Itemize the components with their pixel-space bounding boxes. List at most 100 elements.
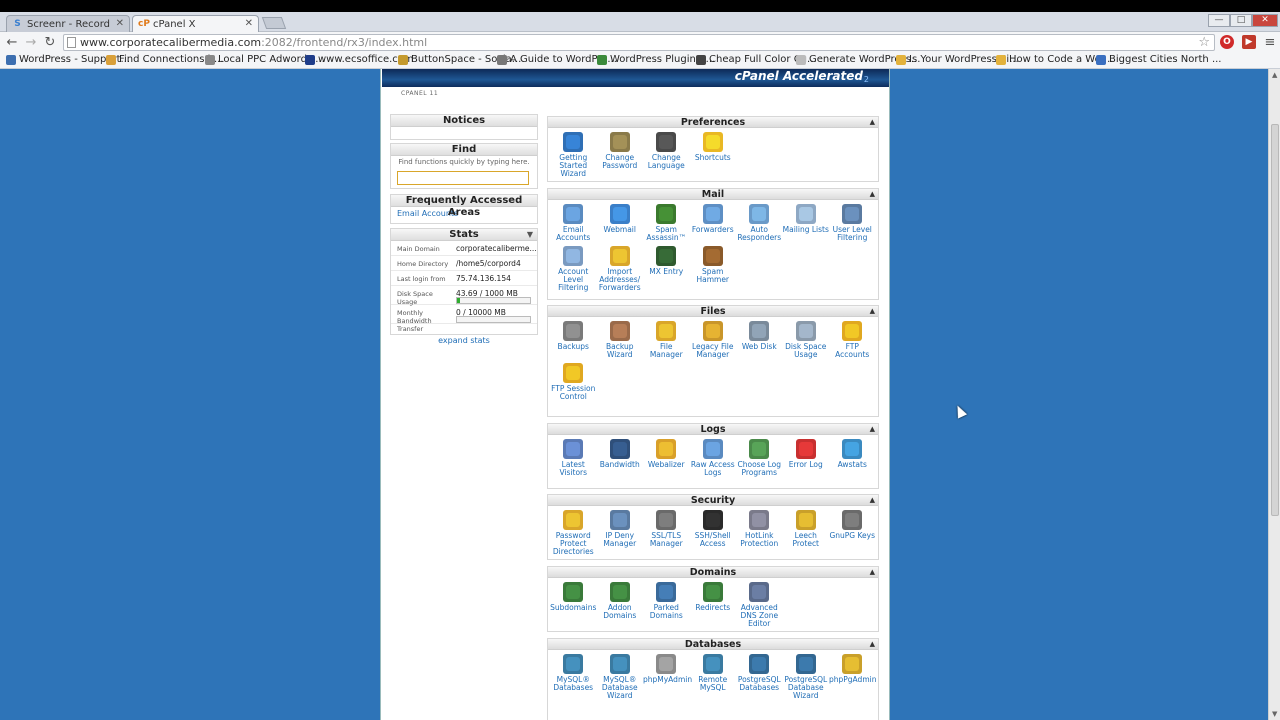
feature-item[interactable]: Webalizer: [643, 438, 690, 469]
feature-item[interactable]: MySQL® Databases: [550, 653, 597, 692]
feature-item[interactable]: Latest Visitors: [550, 438, 597, 477]
feature-item[interactable]: Bandwidth: [597, 438, 644, 469]
expand-stats-link[interactable]: expand stats: [390, 336, 538, 345]
extension-youtube-icon[interactable]: ▶: [1242, 35, 1256, 49]
collapse-arrow-icon[interactable]: ▲: [870, 567, 875, 578]
back-arrow-icon[interactable]: ←: [4, 35, 20, 51]
scrollbar-thumb[interactable]: [1271, 124, 1279, 516]
collapse-arrow-icon[interactable]: ▼: [527, 229, 533, 241]
feature-item[interactable]: phpMyAdmin: [643, 653, 692, 684]
feature-item[interactable]: Redirects: [690, 581, 737, 612]
address-bar[interactable]: www.corporatecalibermedia.com:2082/front…: [63, 34, 1215, 51]
maximize-window-button[interactable]: □: [1230, 14, 1252, 27]
feature-item[interactable]: FTP Session Control: [550, 362, 597, 401]
find-box: Find Find functions quickly by typing he…: [390, 143, 538, 189]
tab-cpanel[interactable]: cP cPanel X ✕: [132, 15, 259, 32]
feature-item[interactable]: PostgreSQL Database Wizard: [783, 653, 830, 700]
feature-item[interactable]: GnuPG Keys: [829, 509, 876, 540]
feature-item[interactable]: Auto Responders: [736, 203, 783, 242]
webalizer-icon: [656, 439, 677, 459]
feature-item[interactable]: MySQL® Database Wizard: [597, 653, 644, 700]
feature-item[interactable]: FTP Accounts: [829, 320, 876, 359]
collapse-arrow-icon[interactable]: ▲: [870, 189, 875, 200]
feature-label: Backup Wizard: [606, 342, 634, 359]
feature-item[interactable]: Remote MySQL: [690, 653, 737, 692]
log-programs-icon: [749, 439, 770, 459]
panel-header[interactable]: Logs ▲: [548, 424, 878, 435]
forward-arrow-icon[interactable]: →: [23, 35, 39, 51]
close-tab-icon[interactable]: ✕: [116, 18, 124, 29]
feature-item[interactable]: Error Log: [783, 438, 830, 469]
feature-item[interactable]: Account Level Filtering: [550, 245, 597, 292]
feature-item[interactable]: Awstats: [829, 438, 876, 469]
feature-item[interactable]: Addon Domains: [597, 581, 644, 620]
bookmark-star-icon[interactable]: ☆: [1198, 35, 1210, 50]
panel-header[interactable]: Security ▲: [548, 495, 878, 506]
bookmark-favicon-icon: [205, 55, 215, 65]
feature-item[interactable]: Choose Log Programs: [736, 438, 783, 477]
feature-item[interactable]: SSL/TLS Manager: [643, 509, 690, 548]
feature-item[interactable]: User Level Filtering: [829, 203, 876, 242]
collapse-arrow-icon[interactable]: ▲: [870, 424, 875, 435]
feature-item[interactable]: Forwarders: [690, 203, 737, 234]
scroll-down-icon[interactable]: ▼: [1272, 710, 1277, 718]
feature-item[interactable]: Backups: [550, 320, 597, 351]
feature-item[interactable]: Import Addresses/ Forwarders: [597, 245, 644, 292]
feature-item[interactable]: File Manager: [643, 320, 690, 359]
collapse-arrow-icon[interactable]: ▲: [870, 117, 875, 128]
collapse-arrow-icon[interactable]: ▲: [870, 639, 875, 650]
collapse-arrow-icon[interactable]: ▲: [870, 306, 875, 317]
feature-item[interactable]: Email Accounts: [550, 203, 597, 242]
feature-item[interactable]: PostgreSQL Databases: [736, 653, 783, 692]
feature-item[interactable]: Advanced DNS Zone Editor: [736, 581, 783, 628]
feature-item[interactable]: HotLink Protection: [736, 509, 783, 548]
usage-progress-bar: [456, 297, 531, 304]
feature-item[interactable]: Webmail: [597, 203, 644, 234]
feature-item[interactable]: phpPgAdmin: [829, 653, 876, 684]
menu-icon[interactable]: ≡: [1262, 35, 1278, 51]
feature-item[interactable]: Raw Access Logs: [690, 438, 737, 477]
reload-icon[interactable]: ↻: [42, 35, 58, 51]
panel-header[interactable]: Domains ▲: [548, 567, 878, 578]
feature-item[interactable]: Disk Space Usage: [783, 320, 830, 359]
panel-header[interactable]: Databases ▲: [548, 639, 878, 650]
feature-item[interactable]: Spam Assassin™: [643, 203, 690, 242]
close-tab-icon[interactable]: ✕: [245, 18, 253, 29]
extension-opera-icon[interactable]: O: [1220, 35, 1234, 49]
feature-item[interactable]: Backup Wizard: [597, 320, 644, 359]
minimize-window-button[interactable]: —: [1208, 14, 1230, 27]
scroll-up-icon[interactable]: ▲: [1272, 71, 1277, 79]
screenr-favicon-icon: S: [14, 19, 21, 29]
feature-item[interactable]: Web Disk: [736, 320, 783, 351]
feature-item[interactable]: Spam Hammer: [690, 245, 737, 284]
find-input[interactable]: [397, 171, 529, 185]
feature-item[interactable]: Legacy File Manager: [690, 320, 737, 359]
feature-item[interactable]: Password Protect Directories: [550, 509, 597, 556]
feature-item[interactable]: IP Deny Manager: [597, 509, 644, 548]
panel-header[interactable]: Files ▲: [548, 306, 878, 317]
feature-label: Account Level Filtering: [558, 267, 589, 292]
star-icon: [702, 132, 723, 152]
feature-item[interactable]: Mailing Lists: [783, 203, 830, 234]
panel-header[interactable]: Mail ▲: [548, 189, 878, 200]
collapse-arrow-icon[interactable]: ▲: [870, 495, 875, 506]
find-title: Find: [391, 144, 537, 156]
page-scrollbar[interactable]: ▲ ▼: [1268, 69, 1280, 720]
feature-item[interactable]: Parked Domains: [643, 581, 690, 620]
tab-screenr[interactable]: S Screenr - Record ✕: [6, 15, 130, 32]
feature-item[interactable]: Change Language: [643, 131, 690, 170]
feature-item[interactable]: Getting Started Wizard: [550, 131, 597, 178]
url-path: :2082/frontend/rx3/index.html: [261, 36, 428, 49]
leech-icon: [795, 510, 816, 530]
feature-item[interactable]: Subdomains: [550, 581, 597, 612]
new-tab-button[interactable]: [261, 17, 287, 29]
feature-item[interactable]: SSH/Shell Access: [690, 509, 737, 548]
feature-item[interactable]: Change Password: [597, 131, 644, 170]
feature-item[interactable]: Leech Protect: [783, 509, 830, 548]
feature-item[interactable]: Shortcuts: [690, 131, 737, 162]
close-window-button[interactable]: ✕: [1252, 14, 1278, 27]
forwarders-icon: [702, 204, 723, 224]
feature-item[interactable]: MX Entry: [643, 245, 690, 276]
bookmark-item[interactable]: Biggest Cities North ...: [1096, 54, 1221, 65]
panel-header[interactable]: Preferences ▲: [548, 117, 878, 128]
